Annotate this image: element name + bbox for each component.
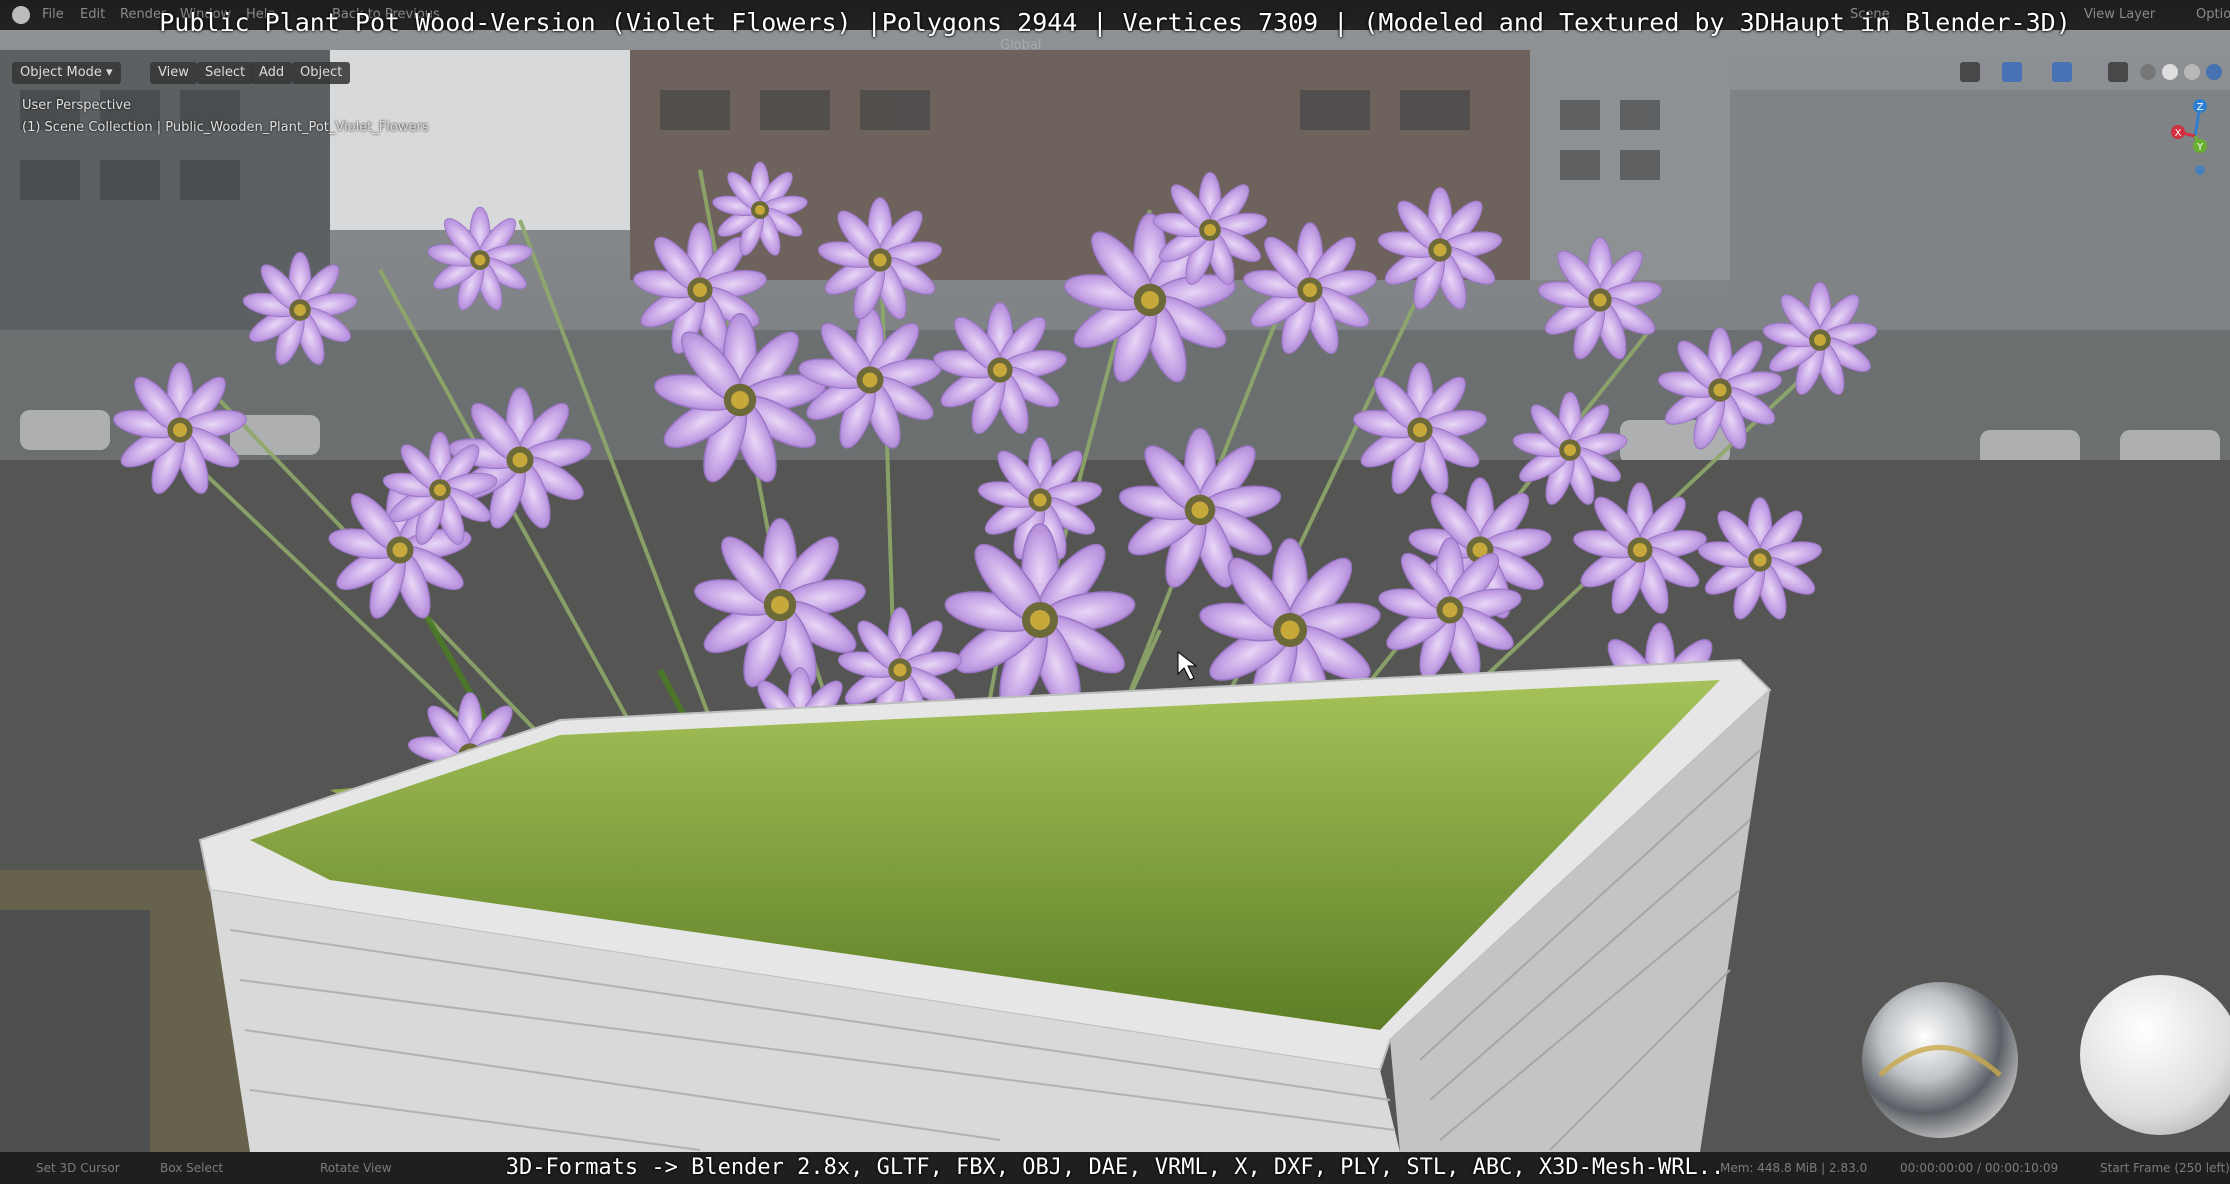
- hdri-chrome-sphere: [1862, 982, 2018, 1138]
- gizmo-toggle-icon[interactable]: [2002, 62, 2022, 82]
- chevron-down-icon: ▾: [106, 65, 113, 80]
- viewport-header: Object Mode ▾ View Select Add Object Glo…: [0, 38, 2230, 88]
- select-menu[interactable]: Select: [197, 62, 254, 84]
- object-menu[interactable]: Object: [292, 62, 351, 84]
- navigation-gizmo[interactable]: Z X Y: [2160, 96, 2230, 176]
- viewport-render: [0, 30, 2230, 1152]
- transform-orientation-dropdown[interactable]: Global: [1000, 38, 1041, 53]
- viewport-perspective-label: User Perspective: [22, 98, 132, 113]
- add-menu[interactable]: Add: [251, 62, 293, 84]
- solid-shading-icon[interactable]: [2162, 64, 2178, 80]
- view-menu[interactable]: View: [150, 62, 197, 84]
- formats-overlay: 3D-Formats -> Blender 2.8x, GLTF, FBX, O…: [505, 1155, 1725, 1180]
- 3d-viewport[interactable]: User Perspective (1) Scene Collection | …: [0, 30, 2230, 1152]
- overlay-toggle-icon[interactable]: [2052, 62, 2072, 82]
- material-shading-icon[interactable]: [2184, 64, 2200, 80]
- rendered-shading-icon[interactable]: [2206, 64, 2222, 80]
- svg-text:Y: Y: [2196, 142, 2204, 153]
- wireframe-shading-icon[interactable]: [2140, 64, 2156, 80]
- svg-text:X: X: [2175, 128, 2182, 139]
- svg-text:Z: Z: [2197, 102, 2204, 113]
- xray-toggle-icon[interactable]: [2108, 62, 2128, 82]
- object-mode-dropdown[interactable]: Object Mode ▾: [12, 62, 121, 84]
- title-overlay: Public Plant Pot Wood-Version (Violet Fl…: [159, 8, 2071, 37]
- visibility-icon[interactable]: [1960, 62, 1980, 82]
- viewport-collection-label: (1) Scene Collection | Public_Wooden_Pla…: [22, 120, 429, 135]
